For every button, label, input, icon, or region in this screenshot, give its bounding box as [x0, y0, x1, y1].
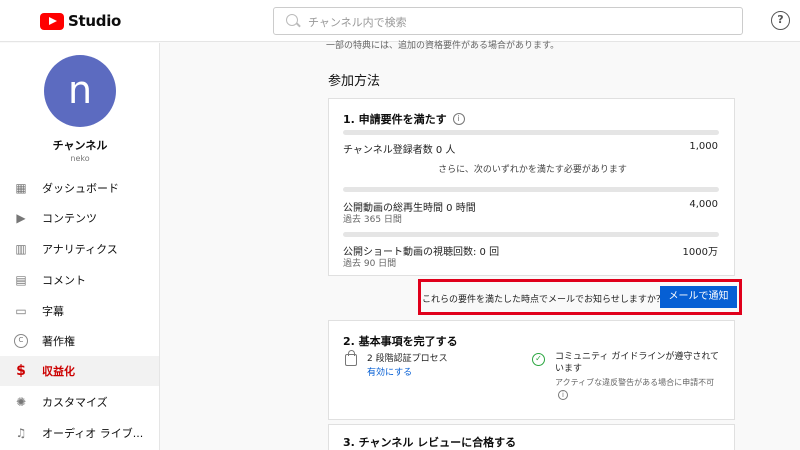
sidebar-item-label: 字幕 [42, 305, 64, 318]
watch-hours-target: 4,000 [689, 199, 718, 210]
eligibility-note: 一部の特典には、追加の資格要件がある場合があります。 [326, 41, 560, 51]
basics-card: 2. 基本事項を完了する 2 段階認証プロセス 有効にする ✓ コミュニティ ガ… [328, 320, 735, 420]
analytics-icon: ▥ [15, 242, 27, 256]
copyright-icon: C [14, 334, 28, 348]
search-input[interactable]: チャンネル内で検索 [308, 14, 407, 30]
sidebar-item-analytics[interactable]: ▥ アナリティクス [0, 234, 159, 264]
sidebar-item-audio-library[interactable]: ♫ オーディオ ライブ... [0, 418, 159, 448]
sidebar-item-customize[interactable]: ✺ カスタマイズ [0, 387, 159, 417]
sidebar-item-label: カスタマイズ [42, 396, 108, 409]
monetization-icon: $ [16, 363, 26, 379]
sidebar-item-content[interactable]: ▶ コンテンツ [0, 203, 159, 233]
subscribers-progress-bar [343, 130, 719, 135]
sidebar-item-dashboard[interactable]: ▦ ダッシュボード [0, 173, 159, 203]
subtitles-icon: ▭ [15, 304, 27, 318]
sidebar-item-label: コメント [42, 274, 86, 287]
guidelines-note: アクティブな違反警告がある場合に申請不可 i [555, 378, 715, 400]
sidebar-item-label: 著作権 [42, 335, 75, 348]
watch-hours-progress-bar [343, 187, 719, 192]
sidebar-item-label: コンテンツ [42, 212, 97, 225]
sidebar-item-label: ダッシュボード [42, 182, 119, 195]
requirements-title: 1. 申請要件を満たす [343, 113, 447, 126]
email-notify-button[interactable]: メールで通知 [660, 286, 737, 308]
audio-library-icon: ♫ [15, 426, 27, 440]
sidebar: n チャンネル neko ▦ ダッシュボード ▶ コンテンツ ▥ アナリティクス… [0, 43, 160, 450]
sidebar-item-label: オーディオ ライブ... [42, 427, 144, 440]
search-box[interactable]: チャンネル内で検索 [273, 7, 743, 35]
check-circle-icon: ✓ [532, 353, 545, 366]
sidebar-item-subtitles[interactable]: ▭ 字幕 [0, 296, 159, 326]
subscribers-target: 1,000 [689, 141, 718, 152]
two-step-label: 2 段階認証プロセス [367, 354, 448, 364]
shorts-views-progress-bar [343, 232, 719, 237]
info-icon[interactable]: i [452, 113, 465, 125]
studio-logo[interactable]: Studio [40, 12, 121, 30]
content-icon: ▶ [16, 211, 26, 225]
shorts-views-period: 過去 90 日間 [343, 259, 397, 269]
dashboard-icon: ▦ [15, 181, 27, 195]
basics-title: 2. 基本事項を完了する [343, 335, 458, 348]
customize-icon: ✺ [15, 395, 27, 409]
or-condition-text: さらに、次のいずれかを満たす必要があります [438, 165, 627, 175]
sidebar-item-label: 収益化 [42, 365, 75, 378]
sidebar-item-copyright[interactable]: C 著作権 [0, 326, 159, 356]
section-title: 参加方法 [328, 74, 381, 89]
help-icon[interactable]: ? [771, 11, 790, 30]
lock-icon [345, 350, 357, 366]
avatar[interactable]: n [44, 55, 116, 127]
enable-two-step-link[interactable]: 有効にする [367, 365, 412, 378]
search-icon [286, 14, 298, 26]
review-title: 3. チャンネル レビューに合格する [343, 436, 517, 449]
notify-question: これらの要件を満たした時点でメールでお知らせしますか？ [422, 295, 665, 305]
top-bar: Studio チャンネル内で検索 ? [0, 0, 800, 42]
subscribers-label: チャンネル登録者数 0 人 [343, 145, 456, 156]
info-icon[interactable]: i [558, 390, 568, 400]
sidebar-item-label: アナリティクス [42, 243, 118, 256]
app-name: Studio [68, 12, 122, 30]
watch-hours-period: 過去 365 日間 [343, 215, 402, 225]
guidelines-status: コミュニティ ガイドラインが遵守されています [555, 352, 720, 374]
requirements-card: 1. 申請要件を満たす i チャンネル登録者数 0 人 1,000 さらに、次の… [328, 98, 735, 276]
channel-handle: neko [70, 154, 90, 163]
requirements-header: 1. 申請要件を満たす i [343, 111, 465, 127]
sidebar-item-comments[interactable]: ▤ コメント [0, 265, 159, 295]
sidebar-item-monetization[interactable]: $ 収益化 [0, 356, 159, 386]
channel-name: チャンネル [52, 139, 108, 152]
youtube-logo-icon [40, 12, 64, 30]
comments-icon: ▤ [15, 273, 27, 287]
review-card: 3. チャンネル レビューに合格する [328, 424, 735, 450]
shorts-views-target: 1000万 [682, 247, 718, 258]
